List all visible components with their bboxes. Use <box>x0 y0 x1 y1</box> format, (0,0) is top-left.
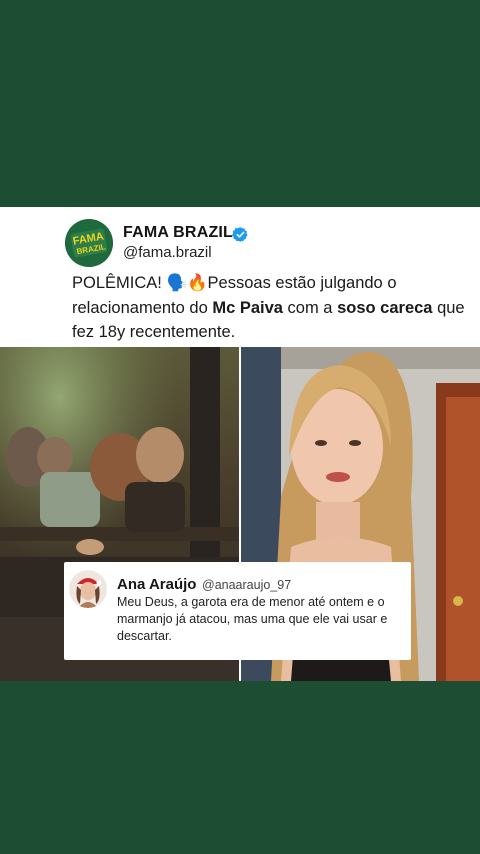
caption-bold-2: soso careca <box>337 298 433 317</box>
comment-text: Meu Deus, a garota era de menor até onte… <box>117 595 388 643</box>
quoted-comment[interactable]: Ana Araújo @anaaraujo_97 Meu Deus, a gar… <box>64 562 411 660</box>
fama-brazil-logo: FAMA BRAZIL <box>65 219 113 267</box>
post-header: FAMA BRAZIL FAMA BRAZIL @fama.brazil <box>0 207 480 277</box>
caption-text-2: com a <box>282 298 338 317</box>
verified-badge-icon <box>232 227 248 242</box>
commenter-avatar[interactable] <box>69 570 107 608</box>
account-avatar[interactable]: FAMA BRAZIL <box>65 219 113 267</box>
commenter-name[interactable]: Ana Araújo <box>117 576 196 593</box>
caption-bold-1: Mc Paiva <box>212 298 283 317</box>
account-handle[interactable]: @fama.brazil <box>123 244 212 261</box>
post-caption: POLÊMICA! 🗣️🔥Pessoas estão julgando o re… <box>72 271 472 345</box>
account-name[interactable]: FAMA BRAZIL <box>123 224 233 242</box>
commenter-handle[interactable]: @anaaraujo_97 <box>202 578 291 592</box>
